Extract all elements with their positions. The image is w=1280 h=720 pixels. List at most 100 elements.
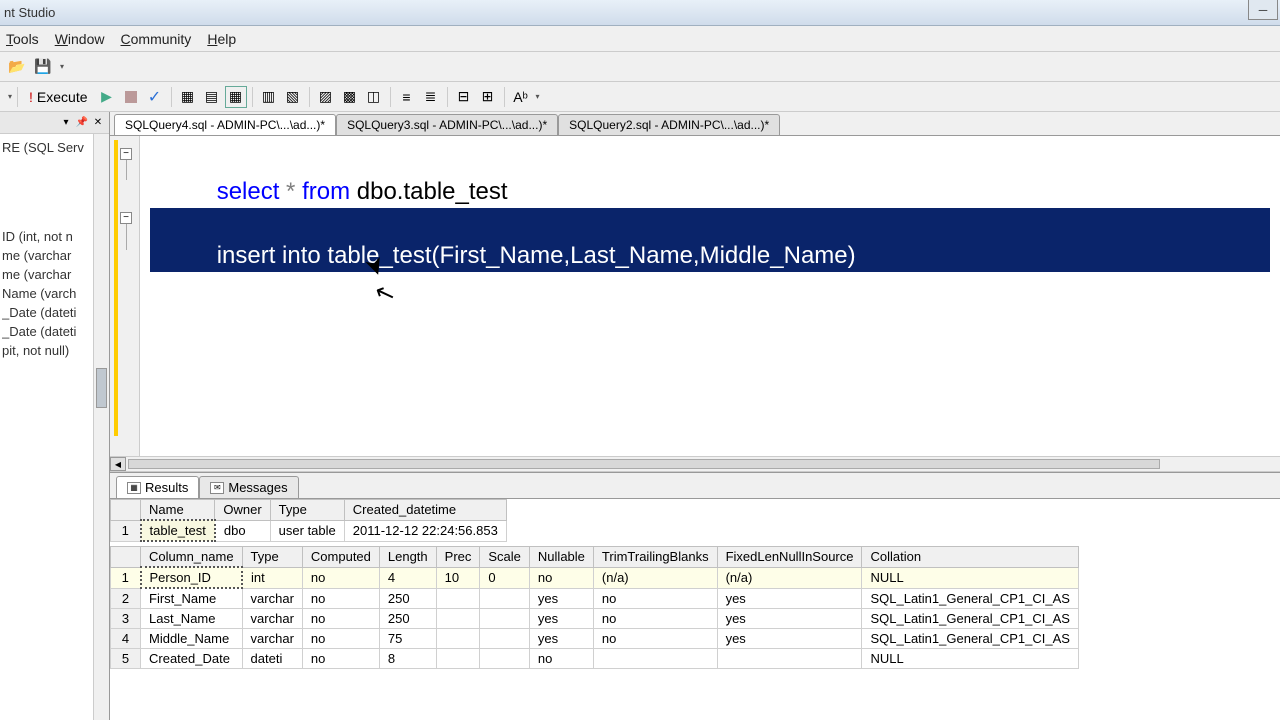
tab-sqlquery4[interactable]: SQLQuery4.sql - ADMIN-PC\...\ad...)* [114,114,336,135]
include-plan-icon[interactable]: ▤ [201,86,223,108]
column-header[interactable]: Name [141,500,215,521]
cell[interactable] [480,609,530,629]
results-grid-icon[interactable]: ▦ [225,86,247,108]
stop-icon[interactable] [120,86,142,108]
cell[interactable]: yes [717,609,862,629]
tab-sqlquery3[interactable]: SQLQuery3.sql - ADMIN-PC\...\ad...)* [336,114,558,135]
tree-column-node[interactable]: pit, not null) [2,341,107,360]
cell[interactable]: 4 [379,567,436,588]
tool-icon[interactable]: ◫ [363,86,385,108]
tool-icon[interactable]: ▩ [339,86,361,108]
cell[interactable]: NULL [862,567,1078,588]
cell[interactable]: SQL_Latin1_General_CP1_CI_AS [862,629,1078,649]
cell[interactable]: NULL [862,649,1078,669]
code-content[interactable]: select * from dbo.table_test insert into… [150,144,1270,272]
indent-icon[interactable]: ≡ [396,86,418,108]
tab-messages[interactable]: ✉ Messages [199,476,298,498]
cell[interactable]: yes [529,609,593,629]
tree-column-node[interactable]: _Date (dateti [2,303,107,322]
results-grids[interactable]: NameOwnerTypeCreated_datetime1table_test… [110,499,1280,720]
tree-column-node[interactable]: me (varchar [2,246,107,265]
cell[interactable]: table_test [141,520,215,541]
cell[interactable]: user table [270,520,344,541]
column-header[interactable]: Type [270,500,344,521]
execute-button[interactable]: ! Execute [23,87,93,107]
tab-sqlquery2[interactable]: SQLQuery2.sql - ADMIN-PC\...\ad...)* [558,114,780,135]
cell[interactable]: Created_Date [141,649,243,669]
cell[interactable]: SQL_Latin1_General_CP1_CI_AS [862,609,1078,629]
cell[interactable] [480,629,530,649]
tree-column-node[interactable]: _Date (dateti [2,322,107,341]
table-row[interactable]: 1Person_IDintno4100no(n/a)(n/a)NULL [111,567,1079,588]
cell[interactable]: 2011-12-12 22:24:56.853 [344,520,506,541]
tab-results[interactable]: ▦ Results [116,476,199,498]
outdent-icon[interactable]: ≣ [420,86,442,108]
close-icon[interactable]: ✕ [91,116,105,130]
table-row[interactable]: 5Created_Datedatetino8noNULL [111,649,1079,669]
column-header[interactable]: Computed [302,547,379,568]
cell[interactable]: dateti [242,649,302,669]
column-header[interactable] [111,500,141,521]
tool-icon[interactable]: ▧ [282,86,304,108]
row-number[interactable]: 1 [111,520,141,541]
horizontal-scrollbar[interactable]: ◀ [110,456,1280,472]
tree-server-node[interactable]: RE (SQL Serv [2,138,107,157]
table-row[interactable]: 2First_Namevarcharno250yesnoyesSQL_Latin… [111,588,1079,609]
table-row[interactable]: 1table_testdbouser table2011-12-12 22:24… [111,520,507,541]
specify-values-icon[interactable]: Aᵇ [510,86,532,108]
column-header[interactable]: Length [379,547,436,568]
tool-icon[interactable]: ▨ [315,86,337,108]
minimize-button[interactable]: ─ [1248,0,1278,20]
cell[interactable]: no [302,649,379,669]
cell[interactable]: yes [717,588,862,609]
cell[interactable]: 75 [379,629,436,649]
cell[interactable]: no [302,629,379,649]
tree-column-node[interactable]: me (varchar [2,265,107,284]
menu-help[interactable]: Help [207,31,236,47]
parse-icon[interactable]: ✓ [144,86,166,108]
save-icon[interactable]: 💾 [32,56,54,78]
column-header[interactable]: Owner [215,500,270,521]
cell[interactable]: (n/a) [593,567,717,588]
results-grid-2[interactable]: Column_nameTypeComputedLengthPrecScaleNu… [110,546,1079,669]
cell[interactable]: no [593,629,717,649]
cell[interactable]: Last_Name [141,609,243,629]
row-number[interactable]: 1 [111,567,141,588]
cell[interactable] [436,629,480,649]
cell[interactable]: dbo [215,520,270,541]
cell[interactable]: varchar [242,609,302,629]
cell[interactable]: 10 [436,567,480,588]
column-header[interactable]: TrimTrailingBlanks [593,547,717,568]
cell[interactable] [480,649,530,669]
tool-icon[interactable]: ▥ [258,86,280,108]
comment-icon[interactable]: ⊟ [453,86,475,108]
column-header[interactable] [111,547,141,568]
open-icon[interactable]: 📂 [6,56,28,78]
column-header[interactable]: FixedLenNullInSource [717,547,862,568]
table-row[interactable]: 4Middle_Namevarcharno75yesnoyesSQL_Latin… [111,629,1079,649]
cell[interactable] [436,609,480,629]
cell[interactable]: no [593,609,717,629]
cell[interactable]: no [593,588,717,609]
cell[interactable]: no [529,567,593,588]
cell[interactable] [436,588,480,609]
column-header[interactable]: Prec [436,547,480,568]
cell[interactable]: 250 [379,609,436,629]
column-header[interactable]: Column_name [141,547,243,568]
display-plan-icon[interactable]: ▦ [177,86,199,108]
cell[interactable]: 250 [379,588,436,609]
scroll-left-icon[interactable]: ◀ [110,457,126,471]
cell[interactable]: 8 [379,649,436,669]
cell[interactable]: varchar [242,629,302,649]
table-row[interactable]: 3Last_Namevarcharno250yesnoyesSQL_Latin1… [111,609,1079,629]
fold-toggle-icon[interactable]: − [120,148,132,160]
cell[interactable]: yes [717,629,862,649]
cell[interactable]: yes [529,629,593,649]
play-icon[interactable]: ▶ [96,86,118,108]
cell[interactable]: int [242,567,302,588]
cell[interactable]: First_Name [141,588,243,609]
sql-editor[interactable]: − − select * from dbo.table_test insert … [110,136,1280,456]
row-number[interactable]: 2 [111,588,141,609]
cell[interactable]: no [302,567,379,588]
cell[interactable]: SQL_Latin1_General_CP1_CI_AS [862,588,1078,609]
